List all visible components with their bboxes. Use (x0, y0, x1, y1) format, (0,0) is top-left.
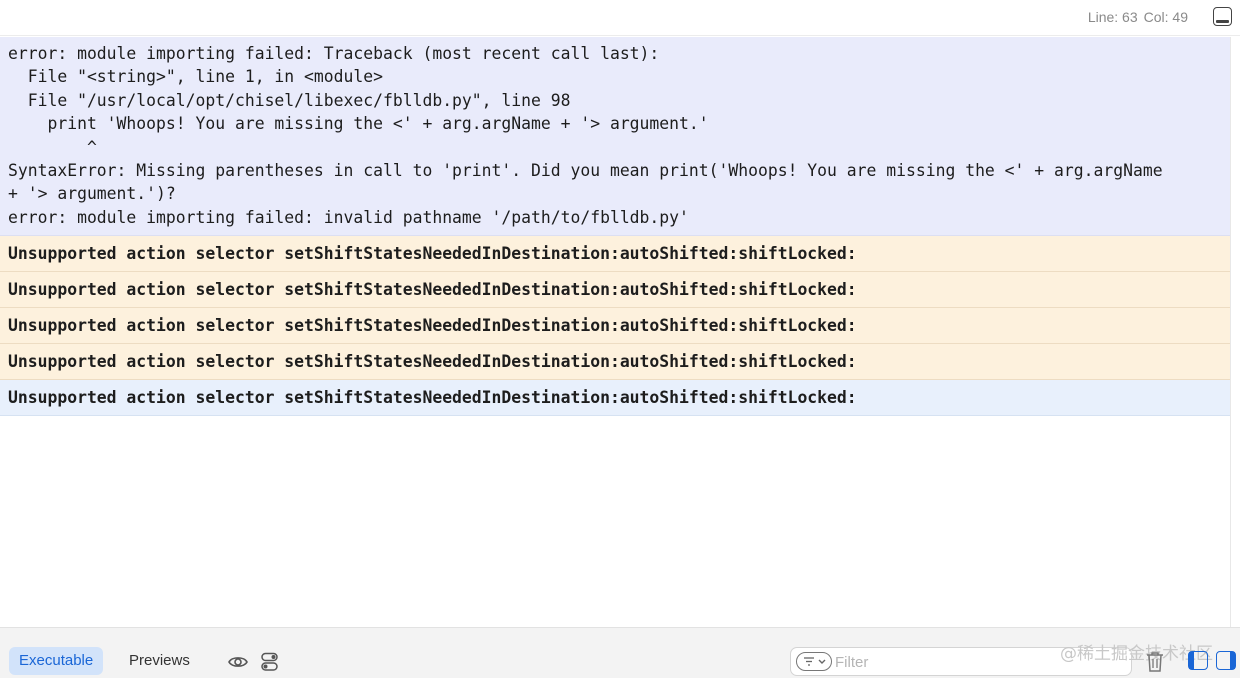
console-output[interactable]: error: module importing failed: Tracebac… (0, 37, 1230, 627)
console-line: File "/usr/local/opt/chisel/libexec/fbll… (8, 90, 571, 110)
console-line: print 'Whoops! You are missing the <' + … (8, 114, 709, 134)
console-line: SyntaxError: Missing parentheses in call… (8, 160, 1163, 180)
cursor-position: Line: 63 Col: 49 (1088, 9, 1188, 25)
line-indicator: Line: 63 (1087, 9, 1138, 25)
warning-message[interactable]: Unsupported action selector setShiftStat… (0, 308, 1230, 345)
editor-status-bar: Line: 63 Col: 49 (0, 0, 1240, 36)
console-line: error: module importing failed: Tracebac… (8, 44, 660, 63)
console-scrollbar[interactable] (1230, 37, 1240, 627)
warning-message[interactable]: Unsupported action selector setShiftStat… (0, 272, 1230, 309)
console-toolbar: Executable Previews @稀土掘金技术社区 (0, 627, 1240, 678)
column-indicator: Col: 49 (1143, 9, 1188, 25)
eye-icon[interactable] (228, 652, 248, 672)
warning-message[interactable]: Unsupported action selector setShiftStat… (0, 344, 1230, 381)
tab-previews[interactable]: Previews (119, 647, 200, 675)
show-console-view-icon[interactable] (1216, 651, 1236, 670)
filter-options-icon[interactable] (796, 652, 832, 671)
tab-executable[interactable]: Executable (9, 647, 104, 675)
show-variables-view-icon[interactable] (1188, 651, 1208, 670)
trash-icon[interactable] (1146, 651, 1164, 673)
selected-message[interactable]: Unsupported action selector setShiftStat… (0, 380, 1230, 417)
toggle-switches-icon[interactable] (260, 652, 280, 672)
console-line: error: module importing failed: invalid … (8, 207, 689, 227)
console-line: File "<string>", line 1, in <module> (8, 67, 383, 87)
warning-message[interactable]: Unsupported action selector setShiftStat… (0, 236, 1230, 273)
error-message[interactable]: error: module importing failed: Tracebac… (0, 37, 1230, 237)
console-line: + '> argument.')? (8, 184, 176, 204)
toggle-debug-area-icon[interactable] (1213, 7, 1232, 26)
console-line: ^ (8, 137, 97, 157)
